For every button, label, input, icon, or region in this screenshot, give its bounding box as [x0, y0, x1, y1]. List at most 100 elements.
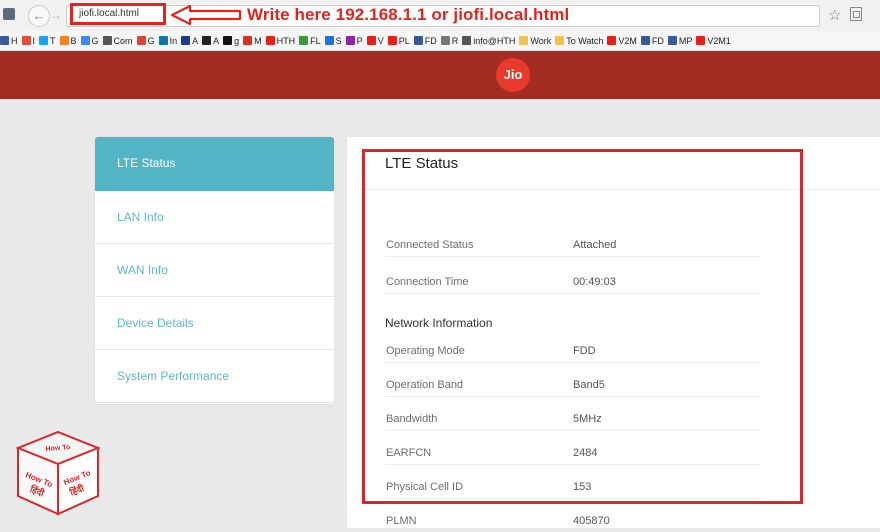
info-row-connected-status: Connected Status Attached — [385, 236, 760, 257]
bookmark-label: V2M — [618, 35, 637, 46]
bookmark-favicon-icon — [0, 36, 9, 45]
info-row-connection-time: Connection Time 00:49:03 — [385, 273, 760, 294]
bookmark-star-icon[interactable]: ☆ — [828, 6, 841, 24]
bookmark-item[interactable]: T — [39, 34, 56, 48]
bookmark-label: A — [213, 35, 220, 46]
info-row-bandwidth: Bandwidth 5MHz — [385, 410, 760, 431]
bookmark-item[interactable]: g — [223, 34, 239, 48]
bookmark-label: G — [147, 35, 155, 46]
bookmark-label: FD — [424, 35, 437, 46]
info-value: 2484 — [573, 447, 598, 459]
bookmark-favicon-icon — [440, 36, 450, 45]
info-label: Connected Status — [386, 239, 474, 251]
bookmark-label: T — [50, 35, 56, 46]
bookmark-favicon-icon — [136, 36, 146, 45]
bookmark-item[interactable]: V — [366, 34, 384, 48]
bookmark-favicon-icon — [181, 36, 191, 45]
bookmark-item[interactable]: V2M1 — [696, 34, 731, 48]
sidebar-item-wan-info[interactable]: WAN Info — [95, 244, 334, 297]
info-value: 153 — [573, 481, 592, 493]
sidebar-item-lte-status[interactable]: LTE Status — [95, 137, 334, 191]
bookmark-item[interactable]: PL — [387, 34, 410, 48]
title-divider — [362, 189, 880, 190]
sidebar-nav: LTE Status LAN Info WAN Info Device Details… — [95, 137, 334, 404]
bookmark-item[interactable]: To Watch — [555, 34, 603, 48]
info-label: Physical Cell ID — [386, 481, 464, 493]
info-value: Band5 — [573, 379, 605, 391]
bookmark-item[interactable]: Com — [102, 34, 133, 48]
bookmark-label: I — [32, 35, 36, 46]
bookmark-favicon-icon — [640, 36, 650, 45]
info-row-physical-cell-id: Physical Cell ID 153 — [385, 478, 760, 499]
bookmark-item[interactable]: G — [136, 34, 155, 48]
bookmark-item[interactable]: MP — [667, 34, 692, 48]
bookmark-item[interactable]: A — [202, 34, 219, 48]
bookmark-favicon-icon — [696, 36, 706, 45]
sidebar-item-device-details[interactable]: Device Details — [95, 297, 334, 350]
info-label: Operating Mode — [386, 345, 465, 357]
bookmark-item[interactable]: B — [59, 34, 77, 48]
back-button[interactable]: ← — [28, 5, 50, 27]
bookmark-item[interactable]: I — [21, 34, 36, 48]
bookmark-label: info@HTH — [473, 35, 516, 46]
bookmark-favicon-icon — [202, 36, 212, 45]
info-label: PLMN — [386, 515, 417, 527]
info-value: 5MHz — [573, 413, 602, 425]
bookmark-label: To Watch — [566, 35, 604, 46]
bookmark-item[interactable]: P — [345, 34, 363, 48]
bookmark-label: R — [451, 35, 459, 46]
bookmark-label: HTH — [276, 35, 296, 46]
bookmark-item[interactable]: FL — [299, 34, 321, 48]
bookmark-favicon-icon — [667, 36, 677, 45]
forward-button[interactable]: → — [50, 5, 64, 25]
bookmark-label: Work — [530, 35, 552, 46]
bookmark-item[interactable]: M — [243, 34, 262, 48]
annotation-arrow-icon — [170, 4, 242, 26]
bookmark-favicon-icon — [265, 36, 275, 45]
jio-logo[interactable]: Jio — [496, 58, 530, 92]
info-value: 00:49:03 — [573, 276, 616, 288]
bookmark-label: FD — [651, 35, 664, 46]
sidebar-item-system-performance[interactable]: System Performance — [95, 350, 334, 403]
bookmark-item[interactable]: info@HTH — [462, 34, 515, 48]
page-menu-icon[interactable] — [850, 7, 862, 21]
bookmark-item[interactable]: R — [440, 34, 459, 48]
sidebar-item-lan-info[interactable]: LAN Info — [95, 191, 334, 244]
bookmark-label: g — [234, 35, 240, 46]
page-title: LTE Status — [385, 155, 459, 172]
bookmark-item[interactable]: In — [158, 34, 177, 48]
bookmark-item[interactable]: H — [0, 34, 18, 48]
info-value: FDD — [573, 345, 596, 357]
info-label: EARFCN — [386, 447, 432, 459]
info-row-earfcn: EARFCN 2484 — [385, 444, 760, 465]
bookmark-item[interactable]: S — [324, 34, 342, 48]
bookmark-favicon-icon — [607, 36, 617, 45]
info-value: Attached — [573, 239, 617, 251]
bookmark-item[interactable]: FD — [413, 34, 437, 48]
info-label: Operation Band — [386, 379, 464, 391]
info-row-plmn: PLMN 405870 — [385, 512, 760, 532]
bookmark-label: V2M1 — [707, 35, 731, 46]
bookmark-favicon-icon — [21, 36, 31, 45]
bookmark-favicon-icon — [158, 36, 168, 45]
bookmark-item[interactable]: Work — [519, 34, 551, 48]
bookmark-item[interactable]: V2M — [607, 34, 637, 48]
page-favicon-icon — [3, 8, 15, 20]
bookmark-favicon-icon — [299, 36, 309, 45]
url-input[interactable]: jiofi.local.html — [70, 3, 166, 25]
bookmark-label: Com — [113, 35, 133, 46]
browser-toolbar: ← → jiofi.local.html Write here 192.168.… — [0, 0, 880, 32]
bookmark-item[interactable]: A — [181, 34, 198, 48]
bookmark-item[interactable]: FD — [640, 34, 664, 48]
bookmark-favicon-icon — [519, 36, 529, 45]
bookmark-item[interactable]: HTH — [265, 34, 296, 48]
info-value: 405870 — [573, 515, 610, 527]
bookmark-favicon-icon — [462, 36, 472, 45]
bookmark-favicon-icon — [80, 36, 90, 45]
network-info-heading: Network Information — [385, 316, 493, 330]
bookmark-favicon-icon — [555, 36, 565, 45]
info-row-operation-band: Operation Band Band5 — [385, 376, 760, 397]
bookmark-label: V — [377, 35, 384, 46]
bookmark-item[interactable]: G — [80, 34, 99, 48]
bookmark-label: A — [192, 35, 199, 46]
